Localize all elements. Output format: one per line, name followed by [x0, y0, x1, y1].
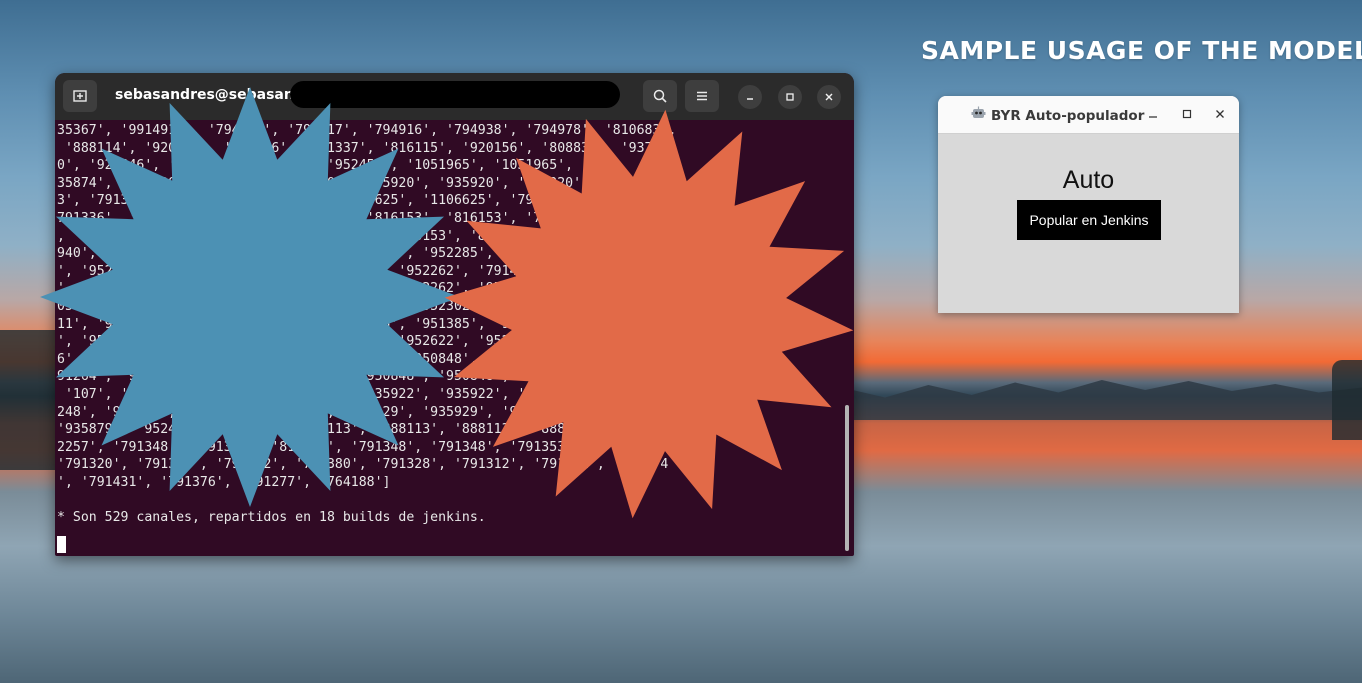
- app-heading: Auto: [1062, 166, 1115, 194]
- minimize-icon[interactable]: [738, 85, 762, 109]
- redaction-starburst-orange: [444, 109, 854, 519]
- popular-en-jenkins-button[interactable]: Popular en Jenkins: [1017, 200, 1161, 240]
- background-shore-right: [1332, 360, 1362, 440]
- auto-populador-window[interactable]: BYR Auto-populador Auto Popular en Jenki…: [938, 96, 1239, 313]
- app-title-text: BYR Auto-populador: [991, 108, 1145, 124]
- maximize-icon[interactable]: [1178, 105, 1196, 123]
- maximize-icon[interactable]: [778, 85, 802, 109]
- redaction-starburst-blue: [40, 87, 460, 507]
- minimize-icon[interactable]: [1144, 105, 1162, 123]
- page-headline: SAMPLE USAGE OF THE MODEL: [921, 36, 1362, 65]
- terminal-cursor: [57, 536, 66, 553]
- robot-icon: [971, 106, 986, 124]
- close-icon[interactable]: [817, 85, 841, 109]
- app-title: BYR Auto-populador: [971, 106, 1144, 124]
- app-titlebar: BYR Auto-populador: [938, 96, 1239, 134]
- close-icon[interactable]: [1211, 105, 1229, 123]
- background-mountains: [820, 380, 1362, 420]
